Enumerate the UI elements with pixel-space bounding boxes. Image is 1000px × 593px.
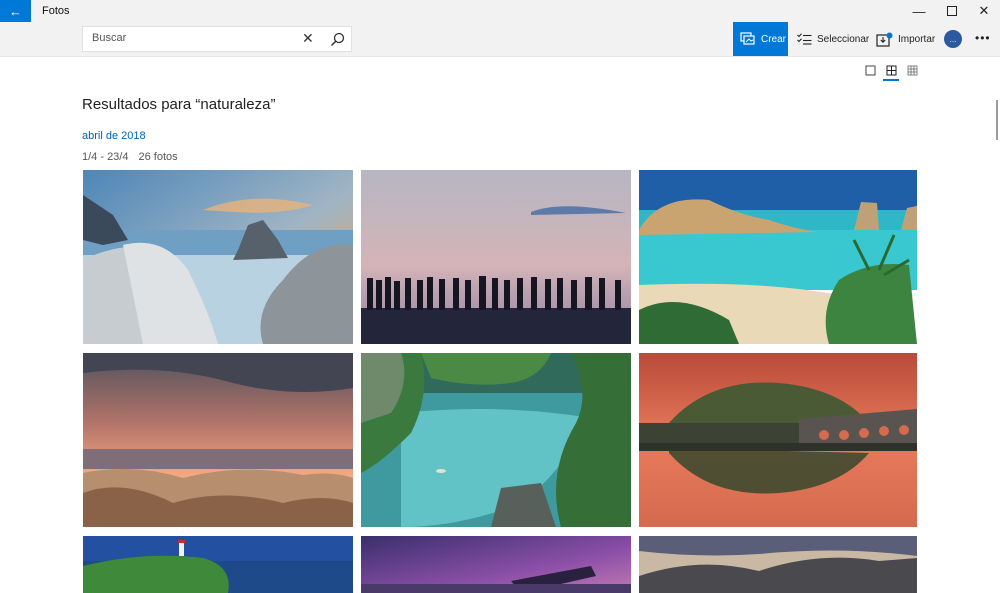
- date-group-link[interactable]: abril de 2018: [82, 130, 146, 142]
- photo-thumbnail[interactable]: [639, 170, 917, 344]
- toolbar: ✕ Crear Seleccionar Importar .: [0, 22, 1000, 57]
- more-options-icon[interactable]: •••: [975, 31, 991, 45]
- photo-image: [361, 170, 631, 344]
- maximize-icon: [947, 6, 957, 16]
- import-icon: [876, 32, 893, 47]
- grid-2x2-icon: [886, 65, 896, 75]
- search-icon[interactable]: [329, 31, 347, 49]
- search-input[interactable]: [90, 31, 294, 45]
- photo-thumbnail[interactable]: [639, 536, 917, 593]
- avatar[interactable]: ...: [944, 30, 962, 48]
- grid-3x3-icon: [907, 65, 917, 75]
- photo-image: [361, 536, 631, 593]
- import-label: Importar: [898, 33, 936, 45]
- photo-thumbnail[interactable]: [361, 536, 631, 593]
- close-window-button[interactable]: ✕: [966, 0, 1000, 22]
- photo-image: [83, 536, 353, 593]
- checklist-icon: [797, 33, 812, 45]
- app-title: Fotos: [42, 5, 70, 17]
- back-button[interactable]: ←: [0, 0, 31, 22]
- view-grid-small-button[interactable]: [905, 63, 919, 77]
- create-album-icon: [740, 32, 755, 45]
- photo-image: [639, 170, 917, 344]
- view-grid-medium-button[interactable]: [883, 63, 899, 81]
- photo-thumbnail[interactable]: [361, 353, 631, 527]
- photo-thumbnail[interactable]: [83, 170, 353, 344]
- date-range-info: 1/4 - 23/4 26 fotos: [82, 151, 178, 163]
- photo-thumbnail[interactable]: [639, 353, 917, 527]
- minimize-button[interactable]: —: [901, 0, 937, 22]
- photo-thumbnail[interactable]: [83, 536, 353, 593]
- arrow-left-icon: ←: [9, 3, 22, 19]
- view-single-button[interactable]: [863, 63, 877, 77]
- photo-thumbnail[interactable]: [83, 353, 353, 527]
- clear-search-icon[interactable]: ✕: [302, 30, 314, 47]
- select-button[interactable]: Seleccionar: [797, 22, 869, 56]
- photo-thumbnail[interactable]: [361, 170, 631, 344]
- photo-image: [83, 353, 353, 527]
- page-title: Resultados para “naturaleza”: [82, 96, 276, 113]
- photo-image: [83, 170, 353, 344]
- photo-image: [361, 353, 631, 527]
- photo-image: [639, 536, 917, 593]
- scrollbar[interactable]: [996, 100, 998, 140]
- date-range: 1/4 - 23/4: [82, 151, 129, 163]
- title-bar: ← Fotos — ✕: [0, 0, 1000, 22]
- close-icon: ✕: [978, 3, 990, 18]
- search-box: ✕: [82, 26, 352, 52]
- select-label: Seleccionar: [817, 33, 870, 45]
- import-button[interactable]: Importar: [876, 22, 935, 56]
- create-label: Crear: [761, 33, 787, 45]
- square-icon: [865, 65, 875, 75]
- create-button[interactable]: Crear: [733, 22, 788, 56]
- maximize-button[interactable]: [934, 0, 970, 22]
- photo-image: [639, 353, 917, 527]
- photo-count: 26 fotos: [138, 151, 178, 163]
- minimize-icon: —: [912, 3, 926, 19]
